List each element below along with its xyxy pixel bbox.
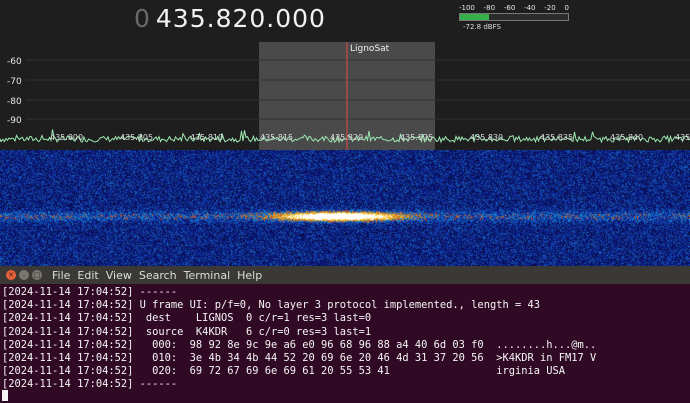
signal-meter-readout: -72.8 dBFS bbox=[463, 23, 501, 31]
terminal-line: [2024-11-14 17:04:52] 000: 98 92 8e 9c 9… bbox=[2, 338, 597, 351]
meter-scale-label: 0 bbox=[564, 4, 569, 12]
menu-terminal[interactable]: Terminal bbox=[184, 269, 231, 282]
frequency-value: 435.820.000 bbox=[155, 4, 326, 33]
meter-scale-label: -40 bbox=[524, 4, 536, 12]
minimize-icon[interactable]: – bbox=[19, 270, 29, 280]
meter-scale-label: -100 bbox=[459, 4, 475, 12]
signal-meter-fill bbox=[460, 14, 490, 20]
terminal-line: [2024-11-14 17:04:52] 020: 69 72 67 69 6… bbox=[2, 365, 566, 378]
signal-meter-scale: -100 -80 -60 -40 -20 0 bbox=[459, 4, 569, 12]
terminal-line: [2024-11-14 17:04:52] 010: 3e 4b 34 4b 4… bbox=[2, 352, 597, 365]
waterfall[interactable] bbox=[0, 150, 690, 266]
terminal-cursor bbox=[2, 390, 8, 401]
menu-edit[interactable]: Edit bbox=[77, 269, 98, 282]
terminal-line: [2024-11-14 17:04:52] ------ bbox=[2, 286, 178, 298]
signal-meter-track bbox=[459, 13, 569, 21]
freq-tick-label: 435.820 bbox=[330, 133, 363, 142]
meter-scale-label: -20 bbox=[544, 4, 556, 12]
menu-help[interactable]: Help bbox=[237, 269, 262, 282]
terminal-line: [2024-11-14 17:04:52] source K4KDR 6 c/r… bbox=[2, 325, 372, 338]
terminal-output[interactable]: [2024-11-14 17:04:52] ------ [2024-11-14 … bbox=[0, 284, 690, 392]
freq-tick-label: 435.845 bbox=[675, 133, 690, 142]
terminal-menubar: ✕ – □ File Edit View Search Terminal Hel… bbox=[0, 266, 690, 284]
freq-tick-label: 435.825 bbox=[400, 133, 433, 142]
db-label: -60 bbox=[7, 57, 22, 67]
freq-tick-label: 435.815 bbox=[260, 133, 293, 142]
meter-scale-label: -60 bbox=[503, 4, 516, 12]
freq-tick-label: 435.840 bbox=[610, 133, 643, 142]
menu-view[interactable]: View bbox=[106, 269, 132, 282]
frequency-display[interactable]: 0 435.820.000 bbox=[134, 4, 326, 38]
freq-tick-label: 435.805 bbox=[120, 133, 153, 142]
terminal-window: ✕ – □ File Edit View Search Terminal Hel… bbox=[0, 266, 690, 403]
db-label: -90 bbox=[7, 116, 22, 126]
spectrum-plot[interactable]: LignoSat -60 -70 -80 -90 435.800 435.805… bbox=[0, 42, 690, 150]
terminal-line: [2024-11-14 17:04:52] dest LIGNOS 0 c/r=… bbox=[2, 312, 372, 325]
meter-scale-label: -80 bbox=[483, 4, 496, 12]
db-label: -70 bbox=[7, 77, 22, 87]
freq-tick-label: 435.800 bbox=[50, 133, 83, 142]
freq-tick-label: 435.810 bbox=[190, 133, 223, 142]
menu-file[interactable]: File bbox=[52, 269, 70, 282]
sdr-display: 0 435.820.000 -100 -80 -60 -40 -20 0 -72… bbox=[0, 0, 690, 266]
signal-meter: -100 -80 -60 -40 -20 0 -72.8 dBFS bbox=[459, 4, 569, 36]
freq-tick-label: 435.835 bbox=[540, 133, 573, 142]
terminal-line: [2024-11-14 17:04:52] U frame UI: p/f=0,… bbox=[2, 299, 540, 312]
frequency-prefix: 0 bbox=[134, 4, 150, 33]
freq-tick-label: 435.830 bbox=[470, 133, 503, 142]
menu-search[interactable]: Search bbox=[139, 269, 177, 282]
marker-label: LignoSat bbox=[350, 44, 390, 54]
close-icon[interactable]: ✕ bbox=[6, 270, 16, 280]
terminal-line: [2024-11-14 17:04:52] ------ bbox=[2, 378, 178, 391]
db-label: -80 bbox=[7, 97, 22, 107]
maximize-icon[interactable]: □ bbox=[32, 270, 42, 280]
